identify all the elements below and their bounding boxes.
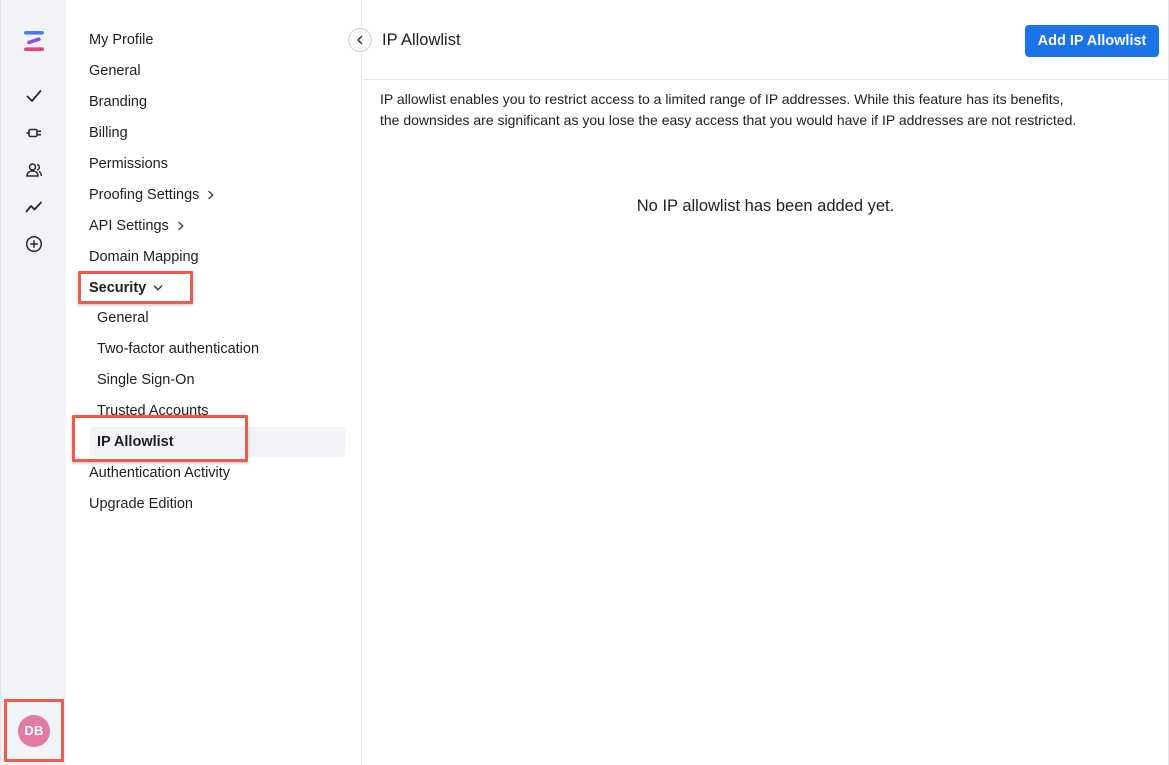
check-icon[interactable]	[22, 84, 46, 108]
app-rail: DB	[0, 0, 66, 765]
nav-subitem-general[interactable]: General	[97, 306, 149, 330]
logo-icon[interactable]	[22, 29, 46, 53]
ip-allowlist-highlight	[72, 415, 248, 462]
security-highlight	[78, 271, 193, 304]
add-ip-allowlist-button[interactable]: Add IP Allowlist	[1025, 25, 1159, 57]
add-circle-icon[interactable]	[22, 232, 46, 256]
nav-item-label: Upgrade Edition	[89, 496, 193, 512]
nav-item-label: Branding	[89, 94, 148, 110]
chevron-right-icon	[176, 221, 186, 231]
nav-item-label: Two-factor authentication	[97, 341, 260, 357]
nav-item-upgrade-edition[interactable]: Upgrade Edition	[89, 492, 193, 516]
nav-item-label: Proofing Settings	[89, 187, 200, 203]
nav-item-branding[interactable]: Branding	[89, 90, 147, 114]
main-content: IP Allowlist Add IP Allowlist IP allowli…	[362, 0, 1169, 765]
nav-item-label: General	[89, 63, 141, 79]
chevron-left-icon	[357, 35, 363, 45]
users-icon[interactable]	[22, 158, 46, 182]
analytics-icon[interactable]	[22, 195, 46, 219]
nav-item-authentication-activity[interactable]: Authentication Activity	[89, 461, 230, 485]
nav-item-label: API Settings	[89, 218, 169, 234]
avatar[interactable]: DB	[18, 714, 50, 747]
nav-subitem-sso[interactable]: Single Sign-On	[97, 368, 195, 392]
nav-item-api-settings[interactable]: API Settings	[89, 214, 186, 238]
nav-item-label: Permissions	[89, 156, 168, 172]
page-header: IP Allowlist Add IP Allowlist	[362, 0, 1169, 80]
avatar-highlight: DB	[4, 699, 64, 762]
nav-item-domain-mapping[interactable]: Domain Mapping	[89, 245, 199, 269]
description-line: IP allowlist enables you to restrict acc…	[380, 91, 1064, 107]
plug-icon[interactable]	[22, 121, 46, 145]
nav-item-permissions[interactable]: Permissions	[89, 152, 168, 176]
nav-item-label: Authentication Activity	[89, 465, 231, 481]
settings-nav: My Profile General Branding Billing Perm…	[66, 0, 362, 765]
nav-item-my-profile[interactable]: My Profile	[89, 28, 153, 52]
collapse-sidebar-button[interactable]	[348, 28, 372, 52]
description-line: the downsides are significant as you los…	[380, 112, 1077, 128]
nav-item-label: Billing	[89, 125, 128, 141]
nav-item-general[interactable]: General	[89, 59, 141, 83]
nav-item-billing[interactable]: Billing	[89, 121, 128, 145]
nav-item-label: Domain Mapping	[89, 249, 199, 265]
chevron-right-icon	[206, 190, 216, 200]
page-description: IP allowlist enables you to restrict acc…	[380, 89, 1150, 131]
page-title: IP Allowlist	[382, 31, 461, 49]
nav-item-label: General	[97, 310, 149, 326]
nav-item-proofing-settings[interactable]: Proofing Settings	[89, 183, 216, 207]
empty-state-message: No IP allowlist has been added yet.	[636, 197, 895, 215]
nav-item-label: My Profile	[89, 32, 154, 48]
nav-item-label: Single Sign-On	[97, 372, 195, 388]
nav-subitem-two-factor[interactable]: Two-factor authentication	[97, 337, 259, 361]
